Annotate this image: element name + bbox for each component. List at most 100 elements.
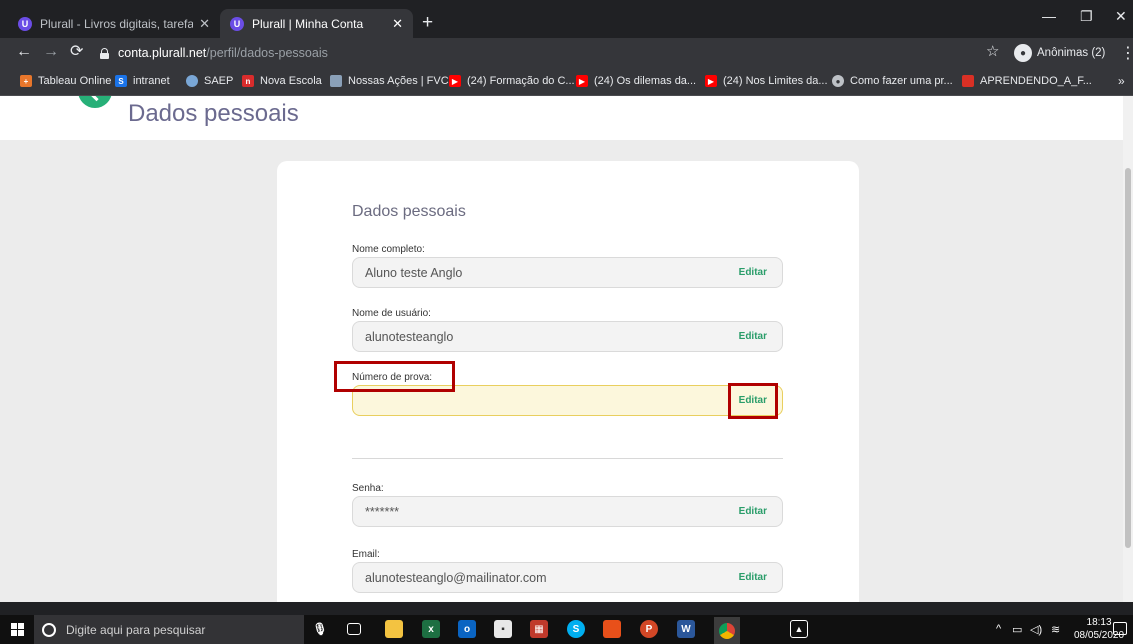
saep-icon bbox=[186, 75, 198, 87]
bookmark-youtube-2[interactable]: ▶ (24) Os dilemas da... bbox=[576, 75, 696, 87]
bookmark-label: (24) Os dilemas da... bbox=[594, 75, 697, 87]
edit-exam-number-button[interactable]: Editar bbox=[739, 395, 767, 406]
battery-icon[interactable]: ▭ bbox=[1012, 623, 1022, 636]
search-placeholder: Digite aqui para pesquisar bbox=[66, 622, 206, 637]
username-label: Nome de usuário: bbox=[352, 308, 431, 319]
browser-toolbar: ← → ⟳ conta.plurall.net/perfil/dados-pes… bbox=[0, 38, 1133, 68]
notifications-icon[interactable] bbox=[1113, 622, 1127, 635]
bookmarks-bar: + Tableau Online S intranet SAEP n Nova … bbox=[0, 68, 1133, 96]
task-view-icon[interactable] bbox=[347, 623, 361, 635]
edit-email-button[interactable]: Editar bbox=[739, 572, 767, 583]
app-icon[interactable] bbox=[603, 620, 621, 638]
tab-title: Plurall - Livros digitais, tarefas, tu bbox=[40, 16, 194, 31]
youtube-icon: ▶ bbox=[576, 75, 588, 87]
plurall-favicon-icon: U bbox=[18, 16, 32, 31]
tableau-icon: + bbox=[20, 75, 32, 87]
bookmark-label: Tableau Online bbox=[38, 75, 112, 87]
card-title: Dados pessoais bbox=[352, 203, 466, 220]
nova-escola-icon: n bbox=[242, 75, 254, 87]
skype-icon[interactable]: S bbox=[567, 620, 585, 638]
taskbar-search-input[interactable]: Digite aqui para pesquisar bbox=[34, 615, 304, 644]
globe-icon: ● bbox=[832, 75, 844, 87]
bookmark-label: APRENDENDO_A_F... bbox=[980, 75, 1092, 87]
sticky-notes-icon[interactable]: ▪ bbox=[494, 620, 512, 638]
address-bar[interactable]: conta.plurall.net/perfil/dados-pessoais bbox=[100, 42, 980, 64]
restore-button[interactable]: ❐ bbox=[1080, 8, 1093, 25]
bookmark-youtube-1[interactable]: ▶ (24) Formação do C... bbox=[449, 75, 575, 87]
username-value: alunotesteanglo bbox=[365, 329, 454, 344]
email-value: alunotesteanglo@mailinator.com bbox=[365, 570, 547, 585]
chrome-taskbar-button[interactable] bbox=[714, 617, 740, 644]
section-divider bbox=[352, 458, 783, 459]
url-host: conta.plurall.net bbox=[118, 46, 207, 60]
exam-number-field[interactable]: Editar bbox=[352, 385, 783, 416]
photos-icon[interactable]: ▲ bbox=[790, 620, 808, 638]
excel-icon[interactable]: x bbox=[422, 620, 440, 638]
page-title: Dados pessoais bbox=[128, 100, 299, 127]
plurall-favicon-icon: U bbox=[230, 16, 244, 31]
calendar-icon bbox=[962, 75, 974, 87]
page-header: Dados pessoais bbox=[0, 96, 1133, 140]
bookmark-como-fazer[interactable]: ● Como fazer uma pr... bbox=[832, 75, 953, 87]
mic-icon[interactable]: 🎙 bbox=[311, 620, 329, 638]
minimize-button[interactable]: — bbox=[1042, 8, 1056, 24]
fvc-icon bbox=[330, 75, 342, 87]
bookmark-fvc[interactable]: Nossas Ações | FVC bbox=[330, 75, 449, 87]
edit-username-button[interactable]: Editar bbox=[739, 331, 767, 342]
profile-label: Anônimas (2) bbox=[1037, 47, 1106, 59]
username-field: alunotesteanglo Editar bbox=[352, 321, 783, 352]
tab-strip: U Plurall - Livros digitais, tarefas, tu… bbox=[0, 0, 1133, 38]
file-explorer-icon[interactable] bbox=[385, 620, 403, 638]
tab-title: Plurall | Minha Conta bbox=[252, 16, 364, 31]
bookmark-youtube-3[interactable]: ▶ (24) Nos Limites da... bbox=[705, 75, 828, 87]
back-button[interactable]: ← bbox=[16, 43, 32, 61]
email-field: alunotesteanglo@mailinator.com Editar bbox=[352, 562, 783, 593]
bookmark-label: Como fazer uma pr... bbox=[850, 75, 953, 87]
new-tab-button[interactable]: + bbox=[422, 13, 433, 32]
tray-chevron-up-icon[interactable]: ^ bbox=[996, 623, 1001, 635]
edit-password-button[interactable]: Editar bbox=[739, 506, 767, 517]
bookmarks-overflow-button[interactable]: » bbox=[1118, 74, 1125, 88]
tab-plurall-livros[interactable]: U Plurall - Livros digitais, tarefas, tu… bbox=[8, 9, 220, 38]
bookmark-intranet[interactable]: S intranet bbox=[115, 75, 170, 87]
reload-button[interactable]: ⟳ bbox=[70, 43, 83, 61]
back-chevron-icon[interactable] bbox=[78, 96, 112, 108]
powerpoint-icon[interactable]: P bbox=[640, 620, 658, 638]
tab-close-icon[interactable]: ✕ bbox=[199, 16, 210, 32]
calendar-app-icon[interactable]: ▦ bbox=[530, 620, 548, 638]
url-path: /perfil/dados-pessoais bbox=[206, 46, 328, 60]
profile-button[interactable]: ● Anônimas (2) bbox=[1014, 44, 1105, 62]
bookmark-label: Nova Escola bbox=[260, 75, 322, 87]
bookmark-label: intranet bbox=[133, 75, 170, 87]
edit-full-name-button[interactable]: Editar bbox=[739, 267, 767, 278]
wifi-icon[interactable]: ≋ bbox=[1051, 623, 1060, 636]
tab-close-icon[interactable]: ✕ bbox=[392, 16, 403, 32]
bookmark-nova-escola[interactable]: n Nova Escola bbox=[242, 75, 322, 87]
bookmark-label: SAEP bbox=[204, 75, 234, 87]
word-icon[interactable]: W bbox=[677, 620, 695, 638]
bookmark-star-icon[interactable]: ☆ bbox=[986, 42, 999, 60]
bookmark-aprendendo[interactable]: APRENDENDO_A_F... bbox=[962, 75, 1092, 87]
menu-kebab-icon[interactable]: ⋮ bbox=[1120, 43, 1133, 63]
scrollbar-thumb[interactable] bbox=[1125, 168, 1131, 548]
volume-icon[interactable]: ◁) bbox=[1030, 623, 1042, 636]
page-scrollbar[interactable] bbox=[1123, 96, 1133, 602]
close-window-button[interactable]: ✕ bbox=[1115, 8, 1127, 25]
full-name-label: Nome completo: bbox=[352, 244, 425, 255]
windows-start-icon[interactable] bbox=[11, 623, 25, 637]
tab-minha-conta[interactable]: U Plurall | Minha Conta ✕ bbox=[220, 9, 413, 38]
bookmark-saep[interactable]: SAEP bbox=[186, 75, 233, 87]
full-name-field: Aluno teste Anglo Editar bbox=[352, 257, 783, 288]
forward-button[interactable]: → bbox=[43, 43, 59, 61]
bookmark-tableau[interactable]: + Tableau Online bbox=[20, 75, 111, 87]
password-field: ******* Editar bbox=[352, 496, 783, 527]
youtube-icon: ▶ bbox=[449, 75, 461, 87]
lock-icon bbox=[100, 47, 109, 59]
full-name-value: Aluno teste Anglo bbox=[365, 265, 463, 280]
windows-taskbar: Digite aqui para pesquisar 🎙 x o ▪ ▦ S P… bbox=[0, 615, 1133, 644]
bookmark-label: (24) Formação do C... bbox=[467, 75, 575, 87]
outlook-icon[interactable]: o bbox=[458, 620, 476, 638]
bookmark-label: Nossas Ações | FVC bbox=[348, 75, 449, 87]
page-content: Dados pessoais Dados pessoais Nome compl… bbox=[0, 96, 1133, 602]
youtube-icon: ▶ bbox=[705, 75, 717, 87]
